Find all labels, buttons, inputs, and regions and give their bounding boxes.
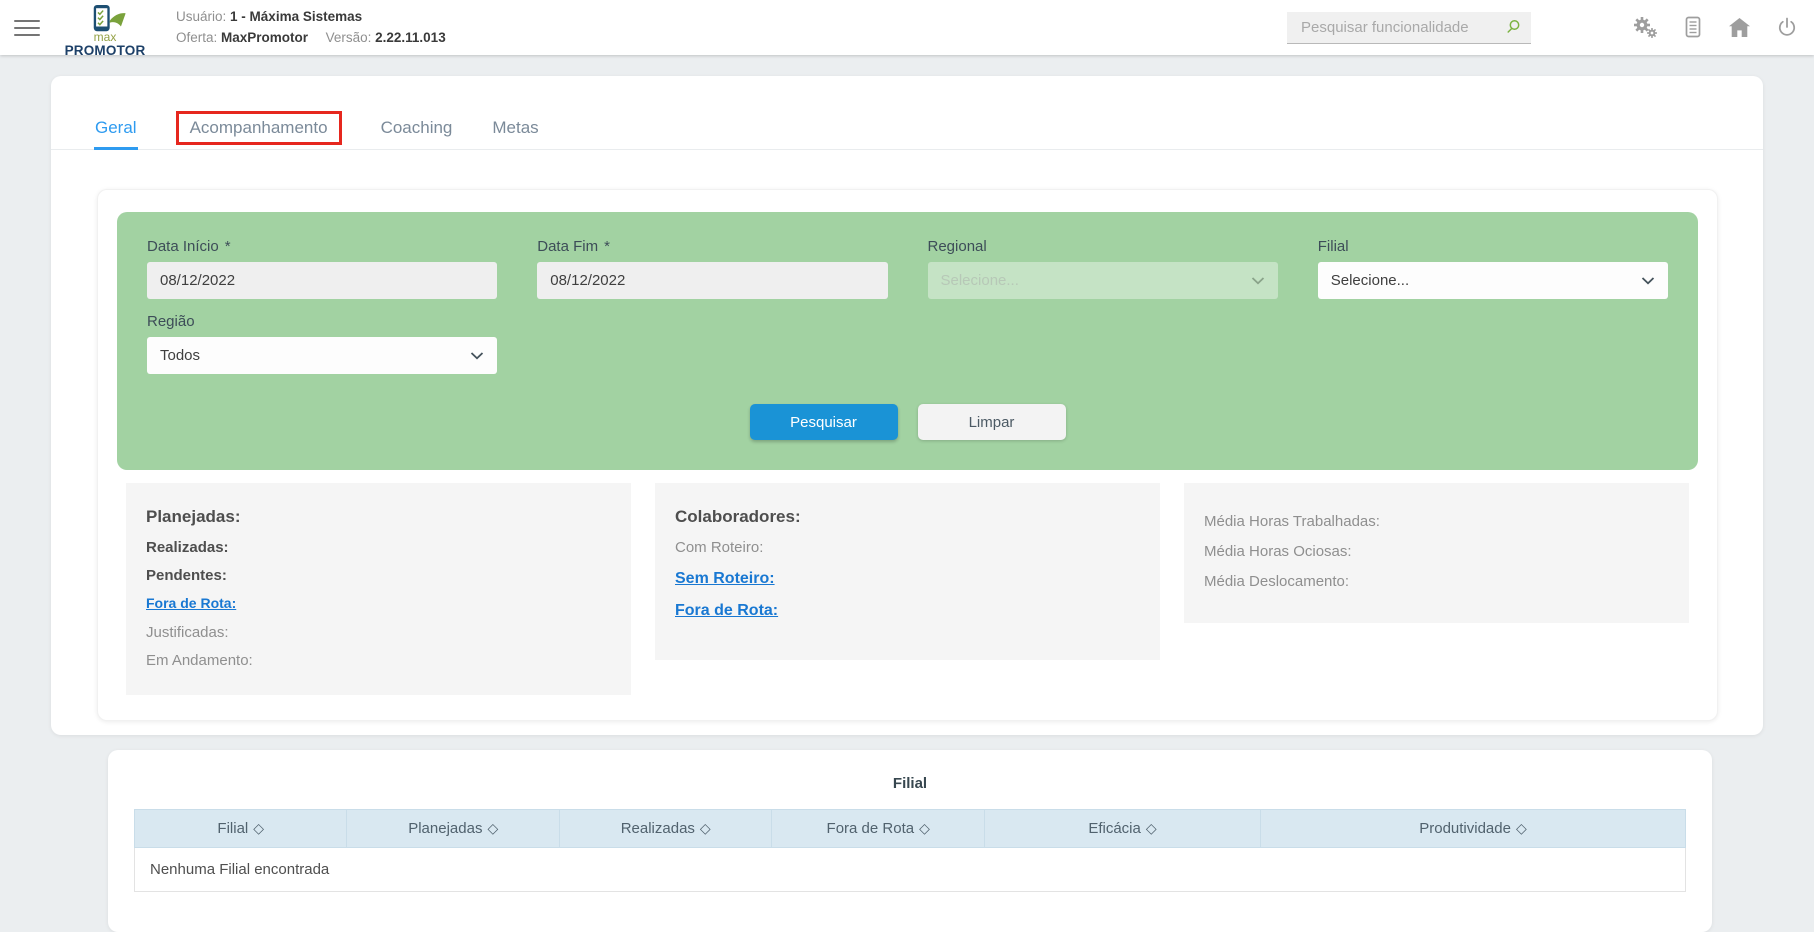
field-filial: Filial Selecione... — [1317, 238, 1668, 299]
filter-panel: Data Início * Data Fim * Regional — [117, 212, 1698, 470]
logo-text-promotor: PROMOTOR — [64, 42, 146, 58]
empty-table-message: Nenhuma Filial encontrada — [134, 847, 1686, 892]
filial-select[interactable]: Selecione... — [1317, 262, 1668, 299]
required-asterisk: * — [224, 238, 231, 255]
sort-icon: ◇ — [919, 820, 930, 836]
sort-icon: ◇ — [1515, 820, 1527, 836]
tab-bar: Geral Acompanhamento Coaching Metas — [51, 76, 1763, 150]
table-header-row: Filial ◇ Planejadas ◇ Realizadas ◇ Fora de … — [133, 809, 1686, 848]
summary-panels: Planejadas: Realizadas: Pendentes: Fora … — [126, 483, 1689, 695]
column-header-planejadas[interactable]: Planejadas ◇ — [346, 809, 560, 848]
data-fim-input[interactable] — [537, 262, 888, 299]
colaboradores-label: Colaboradores: — [675, 507, 801, 526]
realizadas-label: Realizadas: — [146, 539, 229, 556]
chevron-down-icon — [470, 351, 484, 360]
power-icon[interactable] — [1776, 17, 1798, 39]
column-header-eficacia[interactable]: Eficácia ◇ — [983, 809, 1262, 848]
sort-icon: ◇ — [699, 820, 711, 836]
justificadas-label: Justificadas: — [146, 624, 229, 641]
tab-coaching[interactable]: Coaching — [380, 76, 454, 149]
filial-table-card: Filial Filial ◇ Planejadas ◇ Realizadas ◇ F… — [108, 750, 1712, 932]
top-header-bar: max PROMOTOR Usuário: 1 - Máxima Sistema… — [0, 0, 1814, 58]
home-icon[interactable] — [1728, 17, 1751, 38]
regional-label: Regional — [927, 238, 987, 255]
collaborators-summary-panel: Colaboradores: Com Roteiro: Sem Roteiro:… — [655, 483, 1160, 660]
planejadas-label: Planejadas: — [146, 507, 241, 526]
media-deslocamento-label: Média Deslocamento: — [1204, 573, 1350, 590]
regiao-value: Todos — [160, 347, 201, 364]
field-data-inicio: Data Início * — [147, 238, 498, 299]
sort-icon: ◇ — [487, 820, 499, 836]
app-logo: max PROMOTOR — [60, 4, 150, 58]
column-header-realizadas[interactable]: Realizadas ◇ — [558, 809, 773, 848]
com-roteiro-label: Com Roteiro: — [675, 539, 764, 556]
filial-value: Selecione... — [1330, 272, 1410, 289]
filter-card: Data Início * Data Fim * Regional — [97, 189, 1718, 721]
column-header-produtividade[interactable]: Produtividade ◇ — [1260, 809, 1686, 848]
limpar-button[interactable]: Limpar — [917, 404, 1066, 440]
search-icon[interactable] — [1505, 19, 1521, 35]
media-horas-trabalhadas-label: Média Horas Trabalhadas: — [1204, 513, 1380, 530]
field-regiao: Região Todos — [147, 313, 498, 374]
regional-select[interactable]: Selecione... — [927, 262, 1278, 299]
filial-label: Filial — [1317, 238, 1349, 255]
search-input[interactable] — [1299, 17, 1505, 37]
logo-text-max: max — [93, 29, 117, 44]
tab-acompanhamento[interactable]: Acompanhamento — [175, 111, 342, 145]
data-inicio-label: Data Início — [147, 238, 219, 255]
version-value: 2.22.11.013 — [375, 29, 446, 45]
column-header-fora-de-rota[interactable]: Fora de Rota ◇ — [771, 809, 985, 848]
settings-gears-icon[interactable] — [1631, 15, 1658, 40]
averages-summary-panel: Média Horas Trabalhadas: Média Horas Oci… — [1184, 483, 1689, 623]
em-andamento-label: Em Andamento: — [146, 652, 253, 669]
regiao-label: Região — [147, 313, 195, 330]
column-header-filial[interactable]: Filial ◇ — [133, 809, 348, 848]
functionality-search — [1287, 11, 1531, 44]
media-horas-ociosas-label: Média Horas Ociosas: — [1204, 543, 1352, 560]
sem-roteiro-link[interactable]: Sem Roteiro: — [675, 570, 775, 588]
filial-table: Filial ◇ Planejadas ◇ Realizadas ◇ Fora de … — [133, 809, 1686, 892]
data-fim-label: Data Fim — [537, 238, 599, 255]
tab-geral[interactable]: Geral — [94, 76, 138, 150]
required-asterisk: * — [604, 238, 610, 255]
regional-value: Selecione... — [940, 272, 1019, 289]
tab-metas[interactable]: Metas — [491, 76, 539, 149]
chevron-down-icon — [1251, 276, 1265, 285]
fora-de-rota-link[interactable]: Fora de Rota: — [675, 602, 778, 620]
pendentes-label: Pendentes: — [146, 567, 227, 584]
pesquisar-button[interactable]: Pesquisar — [749, 404, 898, 440]
table-title: Filial — [892, 775, 928, 792]
table-row: Nenhuma Filial encontrada — [134, 847, 1686, 892]
document-icon[interactable] — [1683, 16, 1703, 39]
visits-summary-panel: Planejadas: Realizadas: Pendentes: Fora … — [126, 483, 631, 695]
sort-icon: ◇ — [253, 820, 265, 836]
hamburger-menu-icon[interactable] — [14, 15, 40, 41]
chevron-down-icon — [1641, 276, 1655, 285]
user-info: Usuário: 1 - Máxima Sistemas Oferta: Max… — [176, 7, 446, 48]
version-label: Versão: — [325, 29, 372, 45]
field-regional: Regional Selecione... — [927, 238, 1278, 299]
user-label: Usuário: — [176, 9, 227, 25]
offer-value: MaxPromotor — [221, 29, 309, 45]
field-data-fim: Data Fim * — [537, 238, 888, 299]
offer-label: Oferta: — [176, 29, 218, 45]
sort-icon: ◇ — [1145, 820, 1157, 836]
user-value: 1 - Máxima Sistemas — [230, 9, 363, 25]
data-inicio-input[interactable] — [147, 262, 498, 299]
regiao-select[interactable]: Todos — [147, 337, 498, 374]
fora-de-rota-link[interactable]: Fora de Rota: — [146, 595, 236, 611]
main-content-card: Geral Acompanhamento Coaching Metas Data… — [51, 76, 1763, 735]
